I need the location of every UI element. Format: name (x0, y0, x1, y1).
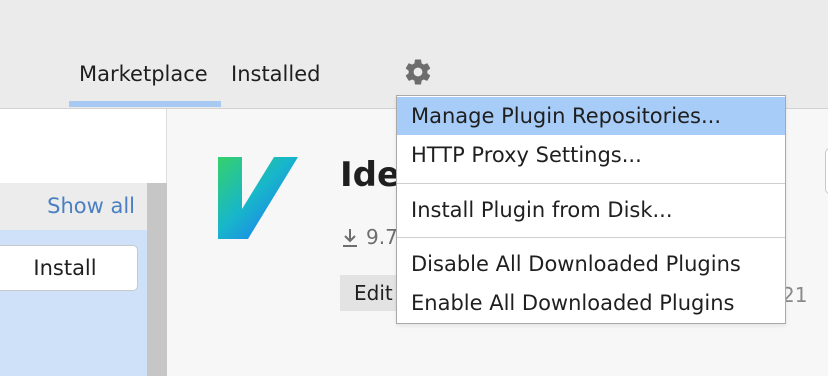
install-button[interactable]: Install (0, 245, 138, 291)
show-all-link[interactable]: Show all (47, 194, 135, 218)
section-header: Show all (0, 183, 147, 230)
gear-icon[interactable] (403, 57, 433, 87)
active-tab-indicator (69, 101, 221, 107)
menu-item-http-proxy[interactable]: HTTP Proxy Settings... (397, 136, 785, 174)
selected-plugin-row[interactable]: Install (0, 230, 147, 376)
plugin-logo (218, 157, 298, 239)
menu-item-manage-repositories[interactable]: Manage Plugin Repositories... (397, 97, 785, 135)
menu-item-install-from-disk[interactable]: Install Plugin from Disk... (397, 191, 785, 229)
settings-menu: Manage Plugin Repositories... HTTP Proxy… (396, 95, 786, 324)
tag-chip[interactable]: Edit (340, 275, 402, 311)
tab-marketplace[interactable]: Marketplace (79, 58, 208, 90)
menu-separator (397, 237, 785, 238)
menu-separator (397, 183, 785, 184)
plugins-header: Marketplace Installed (0, 0, 828, 109)
menu-item-enable-all[interactable]: Enable All Downloaded Plugins (397, 284, 785, 322)
menu-item-disable-all[interactable]: Disable All Downloaded Plugins (397, 245, 785, 283)
plugin-title: Idea (340, 155, 400, 195)
scrollbar[interactable] (147, 183, 167, 376)
download-count: 9.7 (366, 225, 396, 249)
tab-installed[interactable]: Installed (231, 58, 320, 90)
download-icon (343, 229, 357, 247)
